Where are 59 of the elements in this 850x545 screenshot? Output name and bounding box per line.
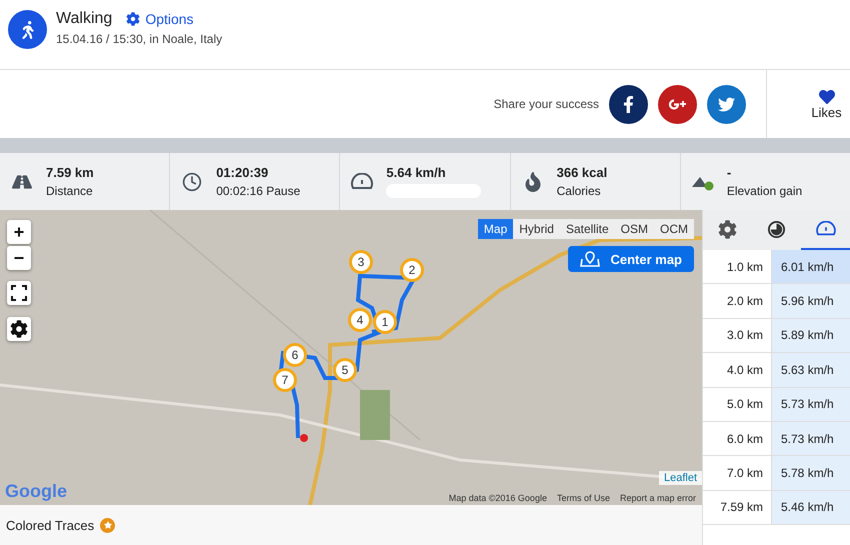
google-plus-share-button[interactable] [658,84,697,124]
share-label: Share your success [494,97,599,111]
split-speed[interactable]: 5.89 km/h [772,318,850,352]
route-marker[interactable]: 5 [333,358,357,382]
options-link[interactable]: Options [126,10,194,26]
route-marker[interactable]: 3 [349,250,373,274]
leaflet-link[interactable]: Leaflet [658,471,702,485]
stat-label: Distance [46,184,94,198]
attribution-text: Map data ©2016 Google [448,493,547,503]
map-layer-tab[interactable]: Map [478,219,514,239]
split-speed[interactable]: 6.01 km/h [772,250,850,284]
heart-icon [818,88,834,104]
stat-label: 00:02:16 Pause [216,184,300,198]
colored-traces-label: Colored Traces [6,518,94,532]
settings-icon [10,320,28,338]
twitter-share-button[interactable] [707,84,746,124]
stat-value: 366 kcal [556,165,608,180]
zoom-in-button[interactable]: + [7,220,31,244]
split-speed[interactable]: 5.63 km/h [772,353,850,387]
bird-icon [718,96,735,112]
route-marker[interactable]: 6 [283,343,307,367]
attribution-text[interactable]: Report a map error [620,493,696,503]
route-marker[interactable]: 1 [373,310,397,334]
map-logo: Google [5,481,67,502]
stat-value: 7.59 km [46,165,94,180]
gear-icon [126,12,140,26]
route-marker[interactable]: 7 [273,368,297,392]
split-speed[interactable]: 5.73 km/h [772,422,850,456]
pie-clock-icon [767,220,786,238]
activity-title: Walking [56,10,112,28]
settings-button[interactable] [7,317,31,341]
stat-label: Calories [556,184,602,198]
route-marker[interactable]: 4 [348,308,372,332]
split-speed[interactable]: 5.73 km/h [772,388,850,421]
attribution-text[interactable]: Terms of Use [556,493,610,503]
flame-icon [522,172,543,192]
map-view[interactable]: + − Map Hybrid Satellite OSM OCM Center map 1 2 3 4 5 6 7 Google Leaflet Map data ©2016 Google Terms of Use Report a map error [0,210,702,505]
likes-label: Likes [811,104,842,120]
stat-value: - [726,165,732,180]
split-speed[interactable]: 5.96 km/h [772,284,850,318]
speedometer-icon [350,172,374,190]
settings-icon [718,220,737,238]
split-speed[interactable]: 5.78 km/h [772,456,850,490]
stopwatch-icon [182,172,202,192]
map-pin-icon [580,251,600,267]
stat-label: Elevation gain [726,184,802,198]
stat-value: 01:20:39 [216,165,270,180]
facebook-share-button[interactable] [609,84,648,124]
route-marker[interactable]: 2 [400,258,424,282]
stat-value: 5.64 km/h [386,165,447,180]
speedometer-icon [814,221,836,237]
fullscreen-icon [11,285,27,301]
center-map-button[interactable]: Center map [568,246,694,272]
g-plus-icon [666,97,688,111]
walking-avatar [8,10,47,49]
activity-subtitle: 15.04.16 / 15:30, in Noale, Italy [56,32,222,46]
zoom-out-button[interactable]: − [7,246,31,270]
fullscreen-button[interactable] [7,281,31,305]
split-speed[interactable]: 5.46 km/h [772,490,850,524]
